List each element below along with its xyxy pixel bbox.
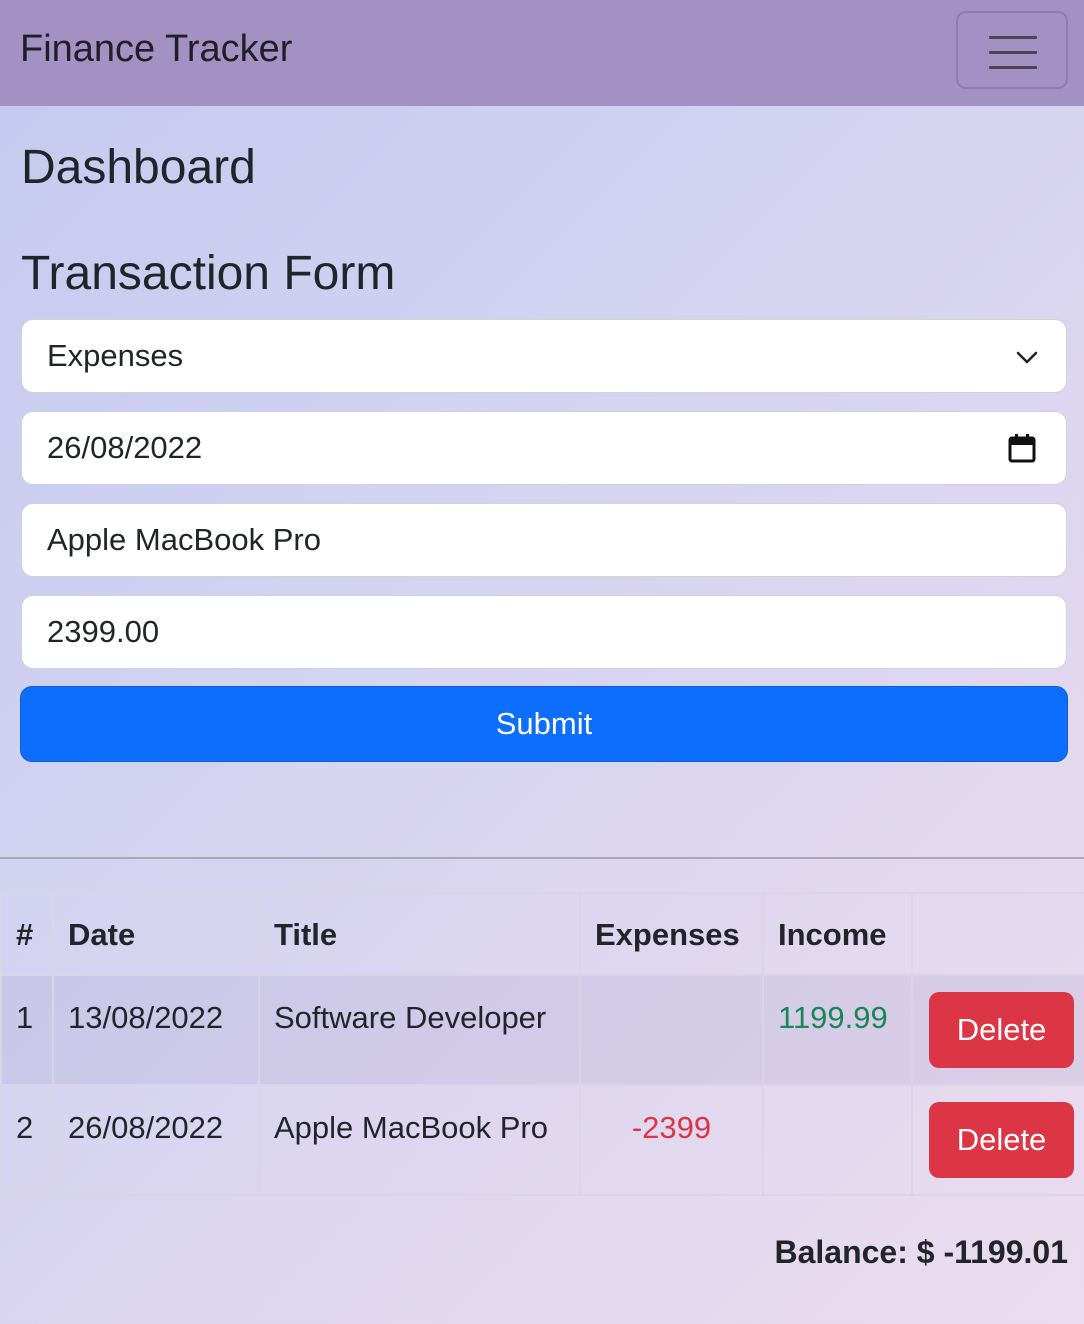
row-date: 26/08/2022 (52, 1084, 260, 1196)
row-title: Software Developer (258, 974, 581, 1086)
table-row: 1 13/08/2022 Software Developer 1199.99 … (0, 974, 1084, 1086)
row-expenses (579, 974, 764, 1086)
hamburger-icon (989, 36, 1037, 39)
row-actions: Delete (911, 1084, 1084, 1196)
amount-input-value: 2399.00 (47, 614, 160, 649)
submit-button[interactable]: Submit (20, 686, 1068, 762)
header-actions (911, 892, 1084, 976)
transactions-table: # Date Title Expenses Income 1 13/08/202… (0, 892, 1084, 1196)
divider (0, 857, 1084, 859)
header-title: Title (258, 892, 581, 976)
menu-toggle-button[interactable] (956, 11, 1068, 89)
header-date: Date (52, 892, 260, 976)
row-title: Apple MacBook Pro (258, 1084, 581, 1196)
table-row: 2 26/08/2022 Apple MacBook Pro -2399 Del… (0, 1084, 1084, 1196)
delete-button[interactable]: Delete (929, 992, 1074, 1068)
row-income: 1199.99 (762, 974, 913, 1086)
date-input[interactable]: 26/08/2022 (21, 411, 1067, 485)
hamburger-icon-bar (989, 66, 1037, 69)
page-title: Dashboard (21, 141, 256, 194)
chevron-down-icon (1016, 351, 1038, 364)
header-number: # (0, 892, 54, 976)
title-input[interactable]: Apple MacBook Pro (21, 503, 1067, 577)
title-input-value: Apple MacBook Pro (47, 522, 321, 557)
type-select-value: Expenses (47, 338, 184, 373)
header-expenses: Expenses (579, 892, 764, 976)
row-income (762, 1084, 913, 1196)
date-input-value: 26/08/2022 (47, 430, 203, 465)
table-header-row: # Date Title Expenses Income (0, 892, 1084, 976)
row-number: 2 (0, 1084, 54, 1196)
row-actions: Delete (911, 974, 1084, 1086)
form-title: Transaction Form (21, 247, 396, 300)
brand[interactable]: Finance Tracker (20, 28, 292, 71)
row-date: 13/08/2022 (52, 974, 260, 1086)
navbar: Finance Tracker (0, 0, 1084, 106)
row-number: 1 (0, 974, 54, 1086)
amount-input[interactable]: 2399.00 (21, 595, 1067, 669)
hamburger-icon-bar (989, 51, 1037, 54)
balance-text: Balance: $ -1199.01 (774, 1234, 1068, 1270)
row-expenses: -2399 (579, 1084, 764, 1196)
delete-button[interactable]: Delete (929, 1102, 1074, 1178)
calendar-icon[interactable] (1008, 433, 1036, 463)
type-select[interactable]: Expenses (21, 319, 1067, 393)
header-income: Income (762, 892, 913, 976)
